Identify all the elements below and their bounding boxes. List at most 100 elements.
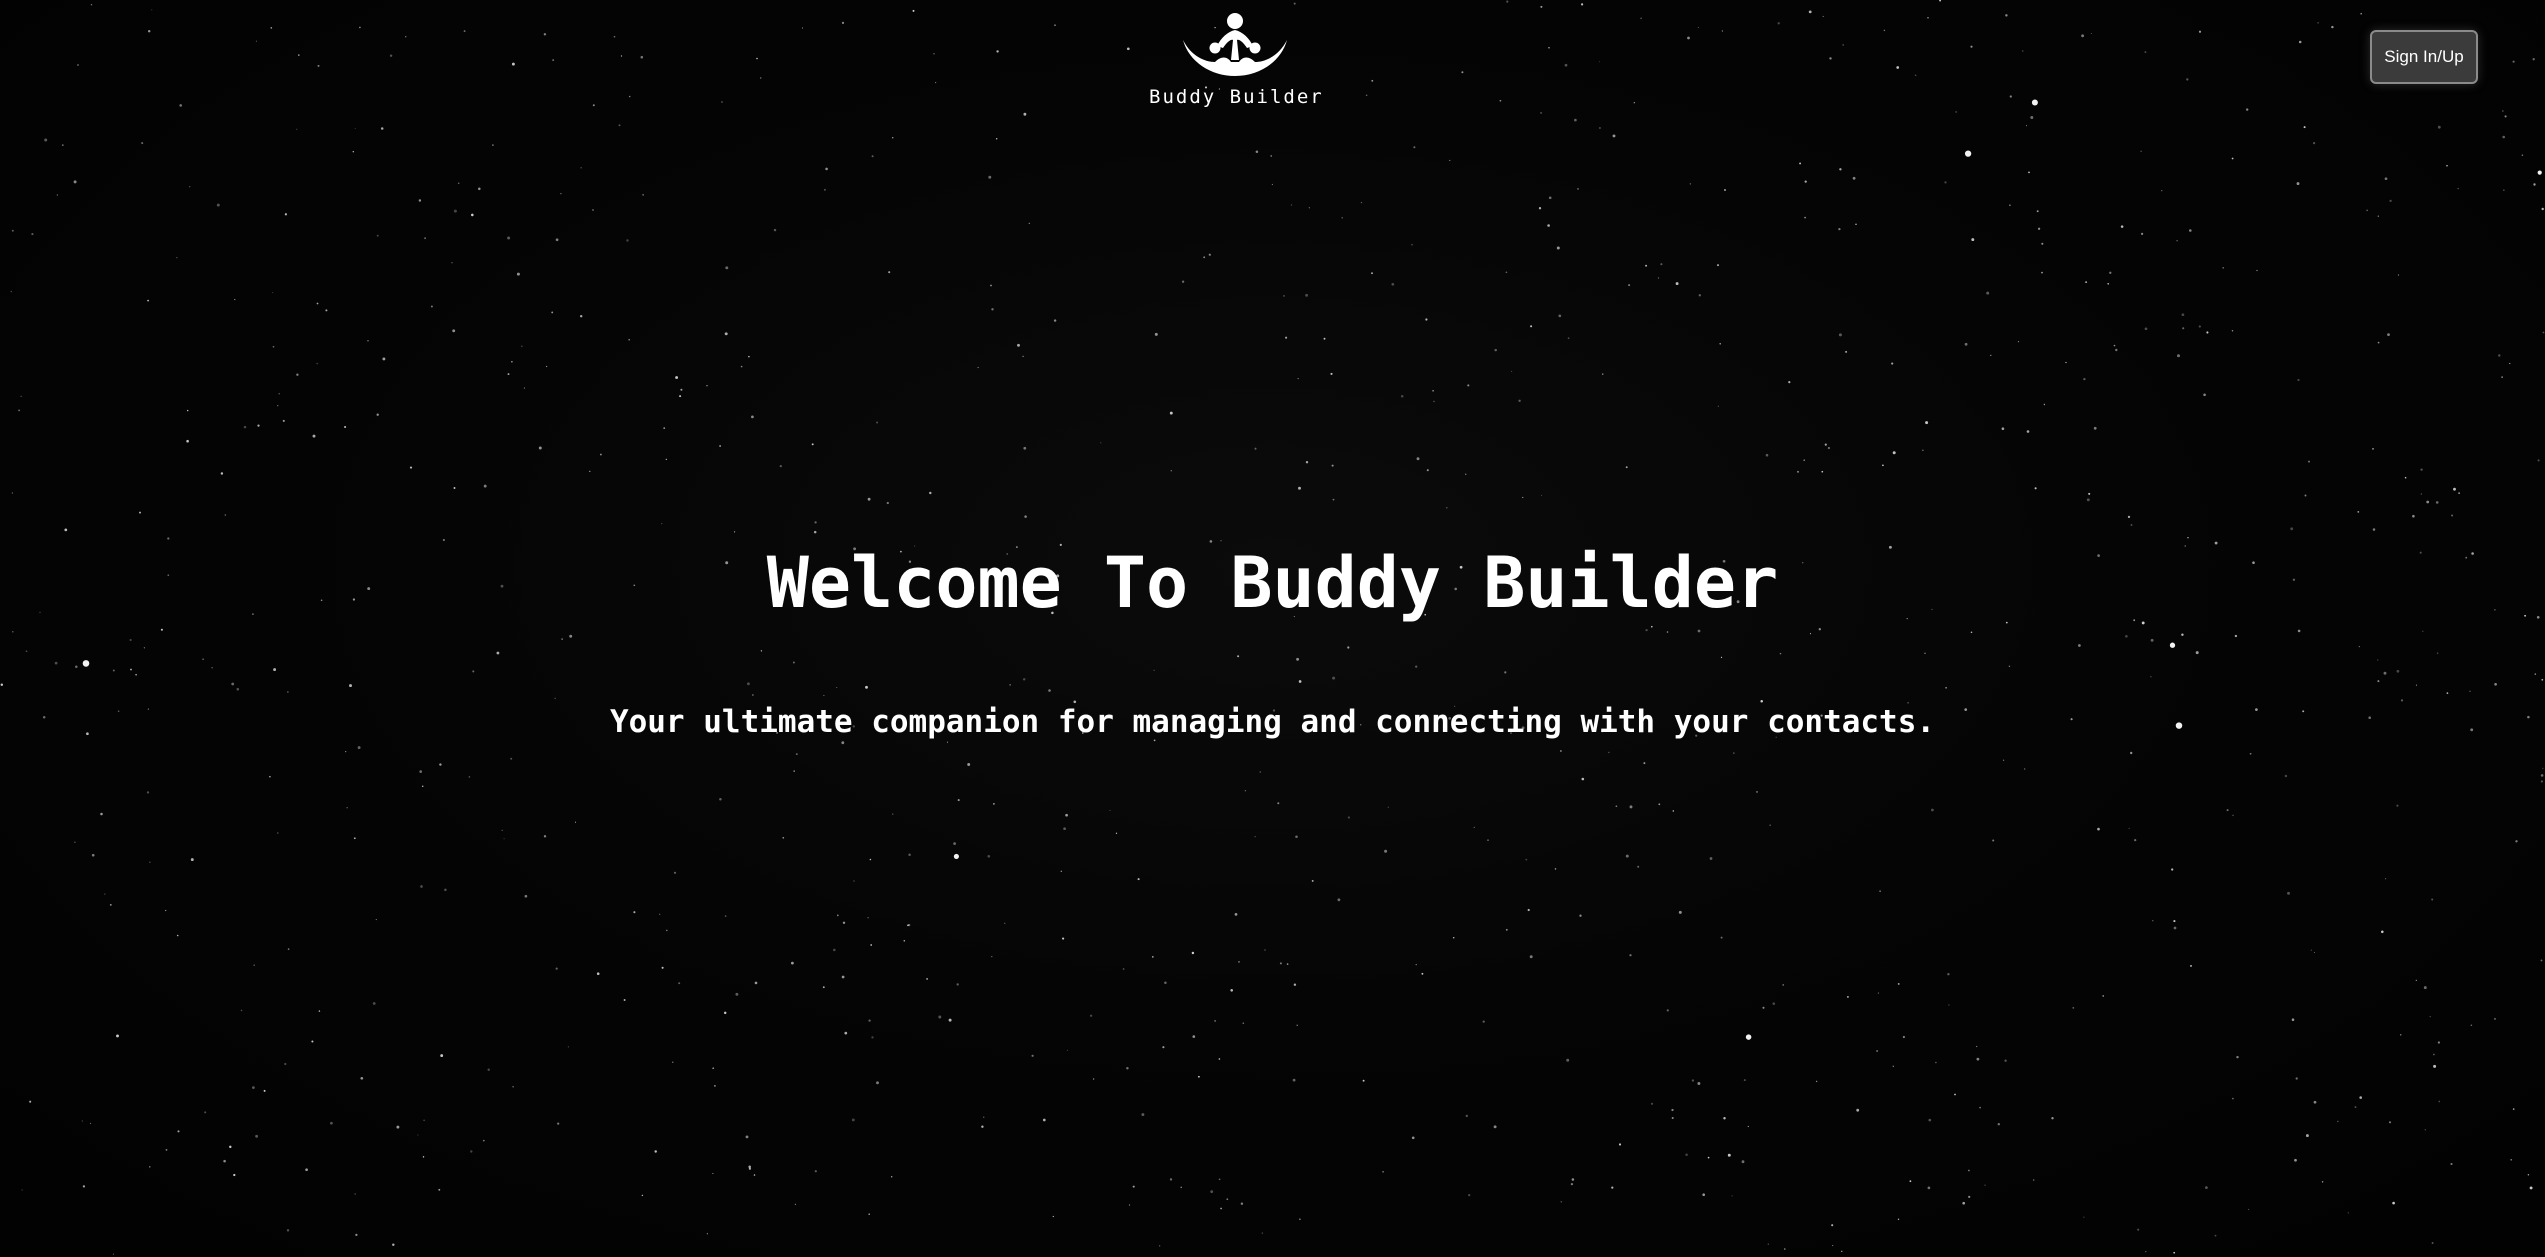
star: [1660, 263, 1663, 266]
star: [1023, 112, 1027, 116]
star: [1159, 1245, 1161, 1247]
star: [2248, 1208, 2250, 1210]
star: [507, 236, 511, 240]
star: [2173, 920, 2176, 923]
star: [1717, 405, 1720, 407]
star: [1629, 954, 1632, 957]
star: [1765, 453, 1769, 457]
site-logo[interactable]: Buddy Builder: [1149, 10, 1322, 108]
star: [1062, 937, 1065, 940]
star: [868, 1213, 871, 1216]
star: [1947, 973, 1950, 976]
star: [1671, 1116, 1674, 1120]
star: [109, 904, 112, 906]
star: [318, 1010, 321, 1012]
star: [1426, 469, 1429, 472]
star: [1883, 29, 1886, 32]
star: [1169, 411, 1173, 415]
star: [1928, 1118, 1932, 1122]
star: [1180, 1186, 1182, 1189]
star: [2234, 634, 2238, 638]
star: [220, 472, 224, 475]
star: [1741, 1160, 1745, 1164]
star: [179, 104, 182, 107]
star: [1838, 227, 1841, 231]
star: [2144, 51, 2147, 54]
star: [1892, 451, 1896, 455]
star: [823, 694, 825, 696]
star: [2128, 827, 2130, 829]
star: [61, 144, 64, 146]
star: [1347, 816, 1351, 819]
star: [1293, 983, 1297, 986]
star: [430, 305, 433, 308]
sign-in-up-button[interactable]: Sign In/Up: [2370, 30, 2478, 84]
star: [891, 1176, 893, 1178]
star: [1779, 652, 1782, 655]
star: [1162, 1046, 1165, 1049]
star: [1461, 71, 1464, 74]
star: [2090, 32, 2092, 35]
star: [2532, 58, 2535, 61]
star: [54, 661, 58, 665]
star: [176, 257, 178, 259]
star: [714, 1085, 716, 1087]
star: [865, 685, 868, 689]
star: [229, 1145, 232, 1149]
star: [1697, 1082, 1701, 1085]
star: [1615, 805, 1618, 808]
star: [503, 838, 505, 840]
star: [1827, 446, 1831, 450]
star: [1511, 370, 1513, 372]
star: [1494, 348, 1497, 352]
star: [1831, 1224, 1834, 1227]
star: [823, 188, 826, 191]
star: [1922, 449, 1924, 451]
star: [418, 199, 422, 202]
star: [2231, 157, 2234, 160]
star: [2494, 682, 2497, 686]
star: [1522, 496, 1524, 498]
star: [2541, 678, 2544, 681]
star: [868, 1019, 871, 1022]
star: [2004, 1059, 2007, 1062]
star: [1042, 1118, 1046, 1122]
star: [933, 52, 935, 55]
star: [982, 1116, 985, 1118]
star: [2542, 331, 2545, 334]
star: [1518, 399, 1521, 402]
star: [2308, 460, 2310, 463]
star: [512, 1086, 514, 1088]
star: [551, 311, 554, 314]
star: [298, 54, 300, 56]
star: [255, 1134, 259, 1138]
star: [2438, 1100, 2441, 1103]
star: [2003, 759, 2005, 761]
star: [263, 1089, 266, 1092]
star: [1169, 1178, 1173, 1181]
star: [396, 1125, 400, 1129]
star: [724, 332, 728, 336]
star: [1292, 1078, 1296, 1082]
star: [1818, 628, 1821, 631]
star: [995, 138, 998, 140]
star: [1902, 1035, 1906, 1039]
star: [1279, 962, 1282, 965]
star: [2088, 492, 2091, 495]
star: [1467, 384, 1470, 387]
star: [1838, 333, 1842, 337]
star: [1984, 1184, 1986, 1186]
star: [2501, 376, 2503, 378]
star: [355, 1233, 358, 1237]
star: [659, 913, 661, 915]
star: [1821, 470, 1824, 473]
star: [1979, 1106, 1981, 1109]
star: [1230, 989, 1233, 992]
star: [2433, 1053, 2435, 1056]
star: [661, 966, 664, 969]
star: [1637, 865, 1640, 868]
star: [2140, 232, 2144, 236]
star: [2372, 528, 2376, 531]
star: [2024, 768, 2026, 770]
star: [2392, 1201, 2395, 1205]
